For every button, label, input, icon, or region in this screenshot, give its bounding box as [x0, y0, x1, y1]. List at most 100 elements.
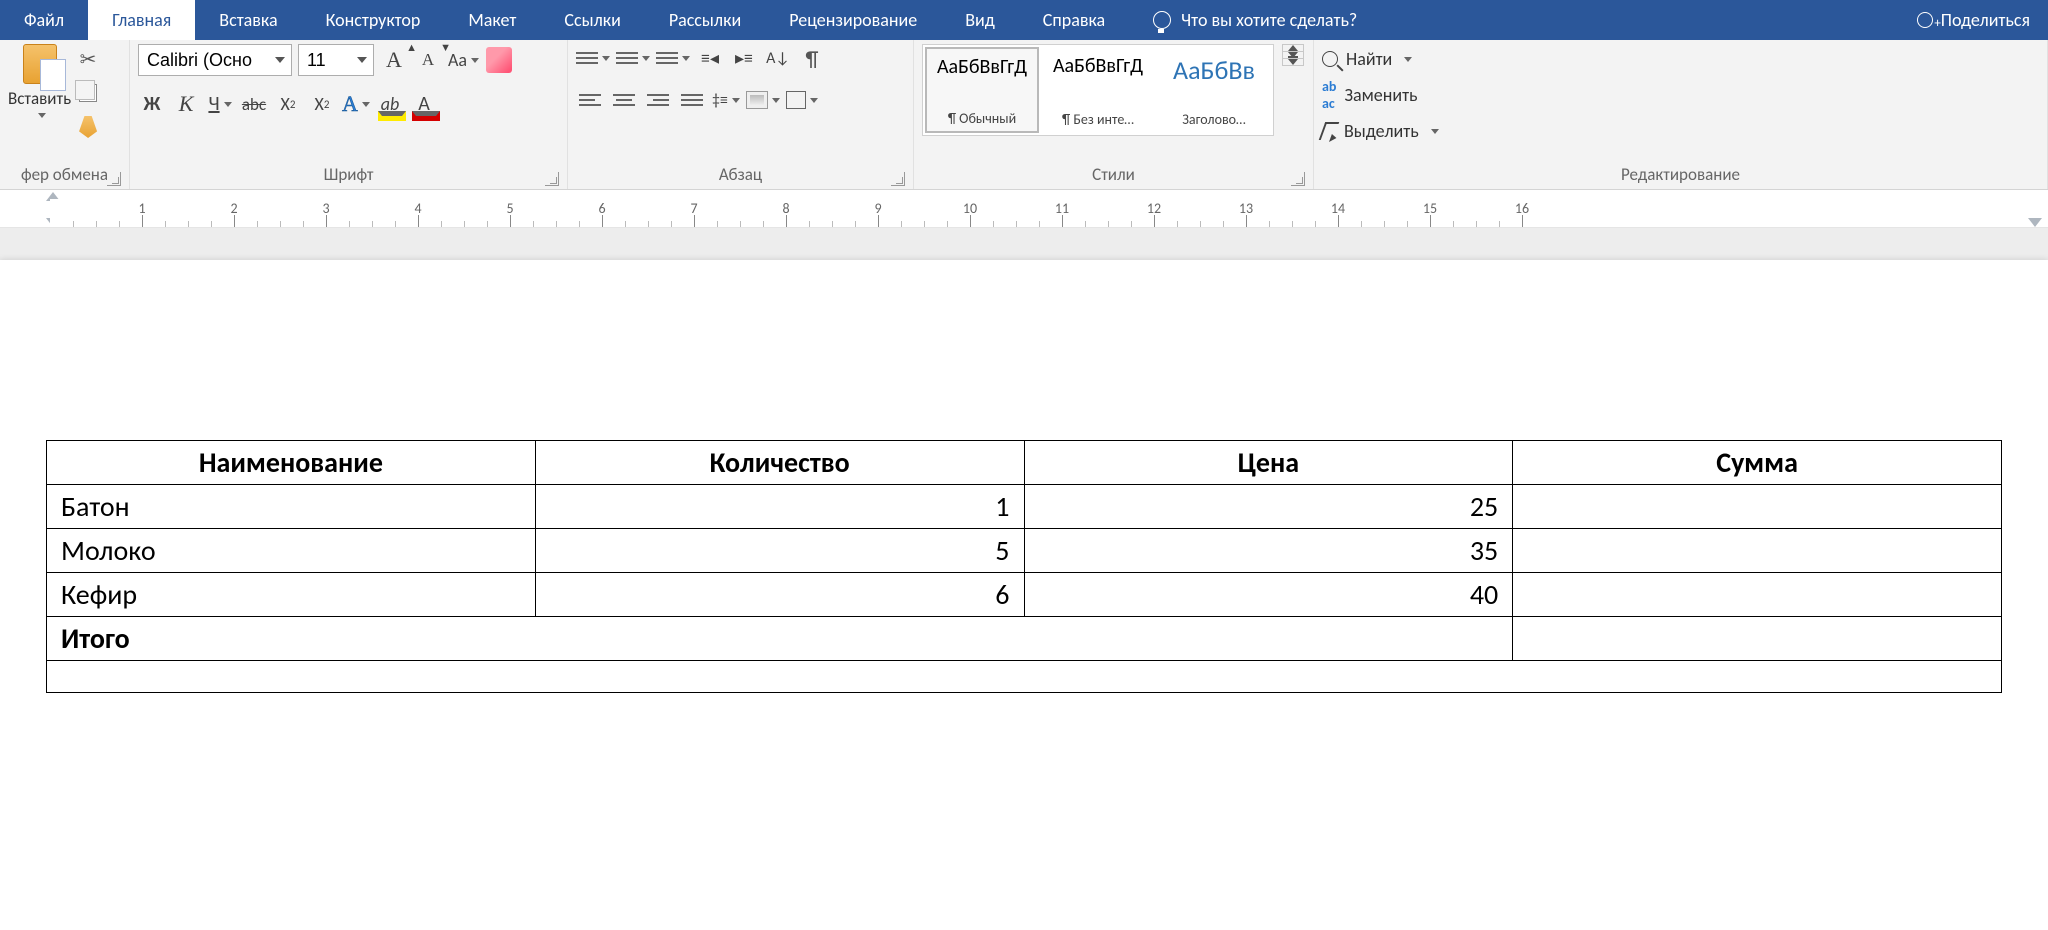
cell-qty[interactable]: 1 [535, 485, 1024, 529]
font-launcher[interactable] [545, 172, 559, 186]
ruler-number: 14 [1331, 200, 1345, 217]
change-case-button[interactable]: Aa [448, 46, 479, 74]
align-right-button[interactable] [644, 86, 672, 114]
paste-icon[interactable] [23, 44, 57, 84]
font-size-combo[interactable] [298, 44, 374, 76]
replace-button[interactable]: abac Заменить [1322, 78, 1439, 112]
chevron-down-icon[interactable] [1431, 129, 1439, 134]
paste-dropdown-icon[interactable] [38, 113, 46, 118]
right-indent-marker[interactable] [2028, 218, 2042, 227]
cell-sum[interactable] [1513, 573, 2002, 617]
cell-name[interactable]: Молоко [47, 529, 536, 573]
cell-name[interactable]: Кефир [47, 573, 536, 617]
increase-indent-button[interactable]: ▸≡ [730, 44, 758, 72]
font-size-input[interactable] [299, 45, 351, 75]
text-effects-button[interactable]: А [342, 90, 370, 118]
borders-button[interactable] [786, 86, 818, 114]
cell-total-sum[interactable] [1513, 617, 2002, 661]
group-clipboard: Вставить ✂ фер обмена [0, 40, 130, 189]
tab-review[interactable]: Рецензирование [765, 0, 941, 40]
th-qty[interactable]: Количество [535, 441, 1024, 485]
horizontal-ruler[interactable]: 12345678910111213141516 [0, 190, 2048, 228]
find-button[interactable]: Найти [1322, 48, 1439, 70]
tab-home[interactable]: Главная [88, 0, 195, 40]
italic-button[interactable]: К [172, 90, 200, 118]
show-marks-button[interactable]: ¶ [798, 44, 826, 72]
share-button[interactable]: Поделиться [1899, 0, 2048, 40]
styles-launcher[interactable] [1291, 172, 1305, 186]
share-label: Поделиться [1941, 9, 2030, 31]
clipboard-launcher[interactable] [107, 172, 121, 186]
cell-price[interactable]: 25 [1024, 485, 1513, 529]
style-preview: АаБбВвГгД [1053, 54, 1143, 78]
tab-design[interactable]: Конструктор [302, 0, 445, 40]
bullets-button[interactable] [576, 44, 610, 72]
cell-price[interactable]: 40 [1024, 573, 1513, 617]
tell-me-search[interactable]: Что вы хотите сделать? [1129, 0, 1381, 40]
strikethrough-button[interactable]: abc [240, 90, 268, 118]
cell-qty[interactable]: 6 [535, 573, 1024, 617]
cell-qty[interactable]: 5 [535, 529, 1024, 573]
sort-button[interactable]: A↓ [764, 44, 792, 72]
borders-icon [786, 91, 806, 109]
table-row[interactable]: Кефир640 [47, 573, 2002, 617]
multilevel-button[interactable] [656, 44, 690, 72]
cell-sum[interactable] [1513, 529, 2002, 573]
cell-name[interactable]: Батон [47, 485, 536, 529]
th-sum[interactable]: Сумма [1513, 441, 2002, 485]
select-button[interactable]: Выделить [1322, 120, 1439, 142]
copy-button[interactable] [77, 82, 99, 104]
format-painter-button[interactable] [77, 116, 99, 138]
tab-file[interactable]: Файл [0, 0, 88, 40]
chevron-down-icon[interactable] [269, 57, 291, 63]
paragraph-launcher[interactable] [891, 172, 905, 186]
subscript-button[interactable]: X2 [274, 90, 302, 118]
font-name-combo[interactable] [138, 44, 292, 76]
underline-button[interactable]: Ч [206, 90, 234, 118]
decrease-indent-button[interactable]: ≡◂ [696, 44, 724, 72]
cell-price[interactable]: 35 [1024, 529, 1513, 573]
tab-view[interactable]: Вид [941, 0, 1019, 40]
tab-help[interactable]: Справка [1019, 0, 1129, 40]
superscript-button[interactable]: X2 [308, 90, 336, 118]
style-item-1[interactable]: АаБбВвГгД¶ Без инте… [1041, 47, 1155, 133]
th-price[interactable]: Цена [1024, 441, 1513, 485]
tab-layout[interactable]: Макет [444, 0, 540, 40]
table-total-row[interactable]: Итого [47, 617, 2002, 661]
paste-button[interactable]: Вставить [8, 88, 71, 109]
shrink-font-button[interactable]: А▼ [414, 46, 442, 74]
style-item-2[interactable]: АаБбВвЗаголово… [1157, 47, 1271, 133]
clear-formatting-button[interactable] [485, 46, 513, 74]
table-row[interactable]: Батон125 [47, 485, 2002, 529]
line-spacing-button[interactable]: ‡≡ [712, 86, 740, 114]
bold-button[interactable]: Ж [138, 90, 166, 118]
tab-mailings[interactable]: Рассылки [645, 0, 765, 40]
styles-scroll-up[interactable] [1283, 45, 1303, 52]
table-empty-row[interactable] [47, 661, 2002, 693]
tab-insert[interactable]: Вставка [195, 0, 301, 40]
cut-button[interactable]: ✂ [77, 48, 99, 70]
chevron-down-icon[interactable] [1404, 57, 1412, 62]
styles-more[interactable] [1283, 59, 1303, 65]
chevron-down-icon[interactable] [351, 57, 373, 63]
font-name-input[interactable] [139, 45, 269, 75]
shading-button[interactable] [746, 86, 780, 114]
brush-icon [79, 116, 97, 138]
grow-font-button[interactable]: А▲ [380, 46, 408, 74]
align-justify-button[interactable] [678, 86, 706, 114]
align-left-button[interactable] [576, 86, 604, 114]
page[interactable]: Наименование Количество Цена Сумма Батон… [0, 260, 2048, 930]
highlight-button[interactable]: ab [376, 90, 404, 118]
style-item-0[interactable]: АаБбВвГгД¶ Обычный [925, 47, 1039, 133]
cell-sum[interactable] [1513, 485, 2002, 529]
th-name[interactable]: Наименование [47, 441, 536, 485]
cell-total-label[interactable]: Итого [47, 617, 1513, 661]
tab-references[interactable]: Ссылки [540, 0, 644, 40]
numbering-button[interactable] [616, 44, 650, 72]
align-center-button[interactable] [610, 86, 638, 114]
table-row[interactable]: Молоко535 [47, 529, 2002, 573]
document-table[interactable]: Наименование Количество Цена Сумма Батон… [46, 440, 2002, 693]
cell-empty[interactable] [47, 661, 2002, 693]
font-color-button[interactable]: А [410, 90, 438, 118]
ruler-number: 9 [874, 200, 881, 217]
